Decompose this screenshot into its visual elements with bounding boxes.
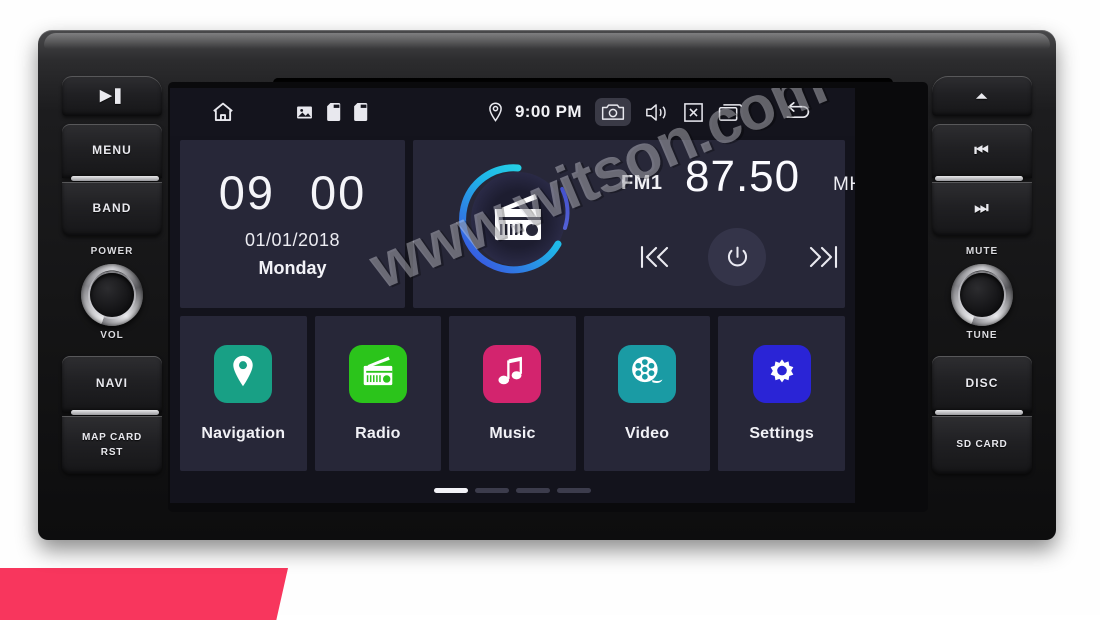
clock-hours: 09 [218, 166, 275, 219]
button-next-track[interactable]: ⏭ [932, 182, 1032, 236]
button-disc-label: DISC [965, 376, 999, 391]
mute-knob-top-label: MUTE [965, 246, 999, 257]
app-music-label: Music [489, 424, 536, 442]
close-box-icon[interactable] [683, 102, 704, 123]
widget-row: 09 00 01/01/2018 Monday FM1 87.50 M [180, 140, 855, 308]
clock-separator [275, 169, 310, 216]
next-track-icon: ⏭ [974, 199, 990, 217]
clock-widget[interactable]: 09 00 01/01/2018 Monday [180, 140, 405, 308]
app-music[interactable]: Music [449, 316, 576, 471]
button-band[interactable]: BAND [62, 182, 162, 236]
film-reel-icon [630, 355, 664, 392]
page-dot[interactable] [434, 488, 468, 493]
pink-banner [0, 568, 288, 620]
button-menu[interactable]: MENU [62, 124, 162, 178]
button-play-pause[interactable]: ▶❚ [62, 76, 162, 116]
volume-icon[interactable] [645, 102, 669, 123]
button-eject[interactable]: ⏶ [932, 76, 1032, 116]
settings-tile [752, 344, 811, 403]
radio-seek-prev-button[interactable] [631, 238, 677, 276]
divider-right-lower [935, 410, 1023, 415]
recent-apps-icon[interactable] [718, 102, 743, 122]
app-navigation[interactable]: Navigation [180, 316, 307, 471]
radio-band-label: FM1 [621, 172, 663, 194]
button-previous-track[interactable]: ⏮ [932, 124, 1032, 178]
clock-date: 01/01/2018 [244, 230, 341, 250]
app-radio[interactable]: Radio [314, 316, 442, 471]
clock-weekday: Monday [258, 258, 327, 278]
video-tile [618, 344, 677, 403]
music-tile [483, 344, 542, 403]
sd-card-icon[interactable] [354, 103, 369, 121]
divider-right-upper [935, 176, 1023, 181]
image-icon[interactable] [296, 104, 313, 121]
page-dot[interactable] [475, 488, 509, 493]
app-settings-label: Settings [749, 424, 815, 442]
button-sd-card-label: SD CARD [956, 439, 1008, 451]
music-note-icon [497, 355, 527, 392]
button-map-card-label: MAP CARD [81, 431, 143, 443]
power-knob-top-label: POWER [90, 246, 134, 257]
radio-seek-next-button[interactable] [801, 238, 847, 276]
touchscreen-display[interactable]: 9:00 PM 09 00 01/01/2018 Monday FM1 87.5… [170, 88, 855, 503]
camera-icon[interactable] [595, 98, 631, 126]
button-band-label: BAND [92, 201, 132, 216]
app-video-label: Video [624, 424, 670, 442]
status-bar: 9:00 PM [170, 88, 855, 136]
back-arrow-icon[interactable] [783, 101, 813, 123]
radio-icon [360, 355, 396, 393]
location-pin-icon [228, 354, 258, 393]
home-icon[interactable] [210, 99, 236, 125]
app-radio-label: Radio [355, 424, 401, 442]
screenshot-root: MIC ▶❚ MENU BAND POWER VOL NAVI MAP CARD… [0, 0, 1100, 620]
page-dot[interactable] [516, 488, 550, 493]
radio-unit-label: MHz [833, 174, 855, 195]
button-rst-label: RST [100, 447, 124, 458]
eject-icon: ⏶ [975, 87, 989, 104]
button-map-card-rst[interactable]: MAP CARD RST [62, 416, 162, 474]
mute-tune-knob[interactable] [951, 264, 1013, 326]
button-menu-label: MENU [92, 143, 132, 158]
radio-power-button[interactable] [708, 228, 766, 286]
radio-widget[interactable]: FM1 87.50 MHz [413, 140, 855, 308]
play-pause-icon: ▶❚ [99, 87, 125, 105]
clock-minutes: 00 [310, 166, 367, 219]
button-navi-label: NAVI [95, 376, 129, 391]
gear-icon [766, 355, 798, 392]
divider-left-lower [71, 410, 159, 415]
radio-frequency: 87.50 [685, 152, 801, 201]
divider-left-upper [71, 176, 159, 181]
radio-icon [489, 192, 547, 244]
vol-knob-bottom-label: VOL [100, 330, 124, 341]
navigation-tile [214, 344, 273, 403]
tune-knob-bottom-label: TUNE [966, 330, 998, 341]
app-settings[interactable]: Settings [718, 316, 845, 471]
power-volume-knob[interactable] [81, 264, 143, 326]
button-navi[interactable]: NAVI [62, 356, 162, 412]
button-disc[interactable]: DISC [932, 356, 1032, 412]
radio-tile [348, 344, 407, 403]
app-navigation-label: Navigation [201, 424, 286, 442]
app-video[interactable]: Video [583, 316, 711, 471]
page-dot[interactable] [557, 488, 591, 493]
page-indicator[interactable] [170, 488, 855, 493]
previous-track-icon: ⏮ [974, 141, 990, 159]
sd-card-icon[interactable] [327, 103, 342, 121]
app-grid: Navigation Radio Music Video Settings [180, 316, 845, 471]
location-pin-icon [487, 102, 504, 122]
status-time: 9:00 PM [514, 102, 582, 121]
button-sd-card[interactable]: SD CARD [932, 416, 1032, 474]
